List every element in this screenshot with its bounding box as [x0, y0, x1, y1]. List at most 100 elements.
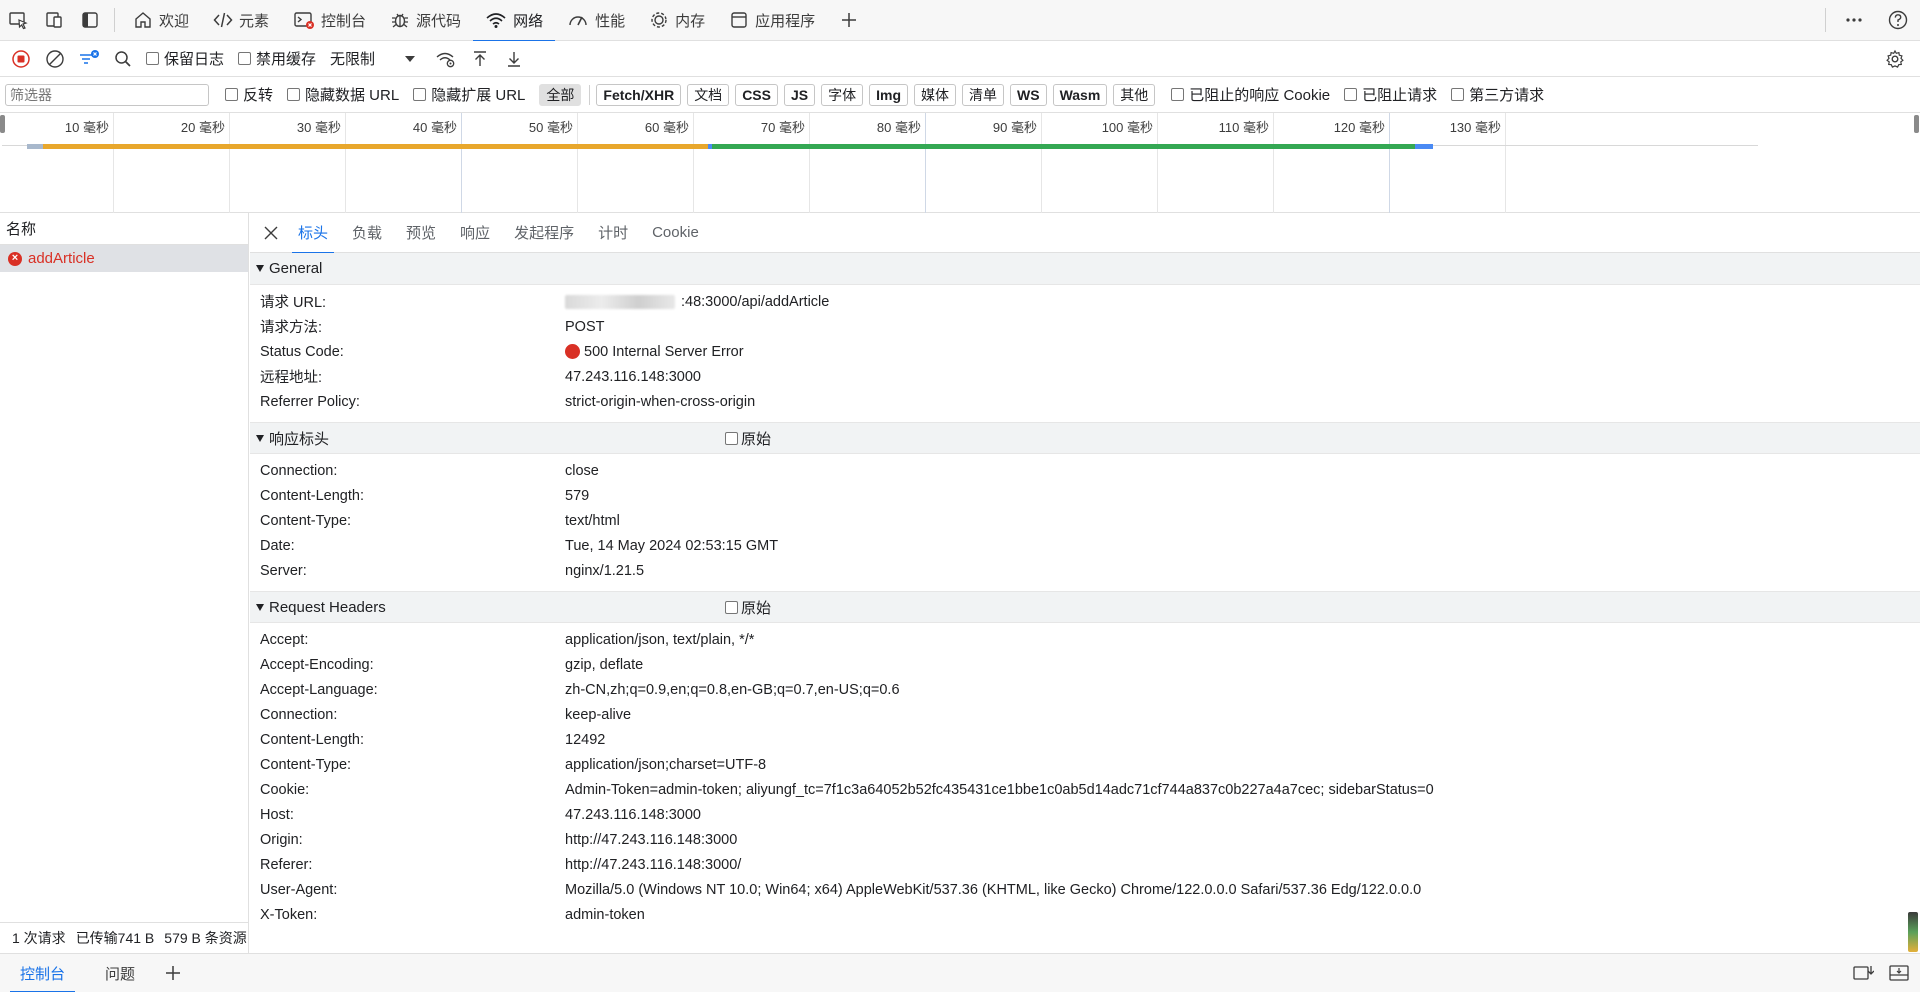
clear-button[interactable] — [38, 41, 72, 77]
checkbox-box[interactable] — [1344, 88, 1358, 101]
tab-cookies[interactable]: Cookie — [640, 213, 711, 253]
header-key: Connection: — [260, 706, 338, 723]
overview-left-handle[interactable] — [0, 115, 5, 133]
checkbox-label: 原始 — [741, 430, 772, 448]
header-row: Host: 47.243.116.148:3000 — [250, 802, 1920, 827]
checkbox-box[interactable] — [1171, 88, 1185, 101]
tab-timing[interactable]: 计时 — [586, 213, 640, 253]
raw-response-headers-checkbox[interactable]: 原始 — [725, 428, 771, 449]
tab-memory[interactable]: 内存 — [637, 0, 717, 41]
name-column-header[interactable]: 名称 — [0, 213, 248, 245]
tab-application[interactable]: 应用程序 — [717, 0, 827, 41]
filter-input[interactable] — [5, 83, 209, 106]
filter-toggle-button[interactable] — [72, 41, 106, 77]
type-filter-fetch-xhr[interactable]: Fetch/XHR — [596, 83, 682, 106]
checkbox-box[interactable] — [1451, 88, 1465, 101]
stop-recording-button[interactable] — [4, 41, 38, 77]
request-row[interactable]: × addArticle — [0, 245, 248, 272]
toolbar-divider — [1825, 8, 1826, 32]
checkbox-box[interactable] — [238, 52, 252, 65]
more-options-icon[interactable] — [1832, 0, 1876, 41]
header-value: http://47.243.116.148:3000/ — [565, 856, 742, 873]
import-har-button[interactable] — [463, 41, 497, 77]
header-key: Cookie: — [260, 781, 310, 798]
tab-welcome[interactable]: 欢迎 — [121, 0, 201, 41]
overview-right-handle[interactable] — [1914, 115, 1919, 133]
type-filter-font[interactable]: 字体 — [821, 83, 864, 106]
third-party-checkbox[interactable]: 第三方请求 — [1451, 84, 1544, 105]
tab-preview[interactable]: 预览 — [394, 213, 448, 253]
header-value-url[interactable]: :48:3000/api/addArticle — [565, 294, 829, 310]
timeline-gridline — [461, 113, 462, 213]
close-drawer-icon[interactable] — [1888, 963, 1910, 983]
header-row: Connection: keep-alive — [250, 702, 1920, 727]
type-filter-css[interactable]: CSS — [735, 83, 778, 106]
tab-initiator[interactable]: 发起程序 — [502, 213, 586, 253]
tab-response[interactable]: 响应 — [448, 213, 502, 253]
request-headers-section-header[interactable]: Request Headers 原始 — [250, 591, 1920, 623]
scrollbar-thumb[interactable] — [1908, 912, 1918, 952]
invert-checkbox[interactable]: 反转 — [225, 84, 273, 105]
type-filter-doc[interactable]: 文档 — [687, 83, 730, 106]
network-conditions-button[interactable] — [429, 41, 463, 77]
raw-request-headers-checkbox[interactable]: 原始 — [725, 597, 771, 618]
tab-sources[interactable]: 源代码 — [378, 0, 473, 41]
header-row: Cookie: Admin-Token=admin-token; aliyungf… — [250, 777, 1920, 802]
checkbox-box[interactable] — [725, 431, 738, 445]
search-button[interactable] — [106, 41, 140, 77]
checkbox-box[interactable] — [725, 600, 738, 614]
timeline-gridline — [925, 113, 926, 213]
tab-performance[interactable]: 性能 — [555, 0, 637, 41]
dock-drawer-icon[interactable] — [1852, 963, 1874, 983]
header-value: 47.243.116.148:3000 — [565, 368, 702, 385]
tab-label: 源代码 — [416, 12, 462, 30]
checkbox-box[interactable] — [146, 52, 159, 65]
checkbox-box[interactable] — [287, 88, 301, 101]
type-filter-other[interactable]: 其他 — [1113, 83, 1156, 106]
type-filter-js[interactable]: JS — [783, 83, 816, 106]
tab-elements[interactable]: 元素 — [201, 0, 281, 41]
network-settings-button[interactable] — [1878, 41, 1912, 77]
export-har-button[interactable] — [497, 41, 531, 77]
drawer-tab-console[interactable]: 控制台 — [0, 954, 85, 992]
tab-payload[interactable]: 负载 — [340, 213, 394, 253]
dock-sidebar-icon[interactable] — [72, 0, 108, 41]
type-filter-wasm[interactable]: Wasm — [1052, 83, 1108, 106]
response-headers-section-header[interactable]: 响应标头 原始 — [250, 422, 1920, 454]
type-filter-img[interactable]: Img — [869, 83, 908, 106]
request-details-panel: 标头 负载 预览 响应 发起程序 计时 Cookie General 请求 UR… — [250, 213, 1920, 953]
type-filter-manifest[interactable]: 清单 — [962, 83, 1004, 106]
hide-data-urls-checkbox[interactable]: 隐藏数据 URL — [287, 84, 399, 105]
checkbox-label: 保留日志 — [164, 51, 225, 68]
hide-extension-urls-checkbox[interactable]: 隐藏扩展 URL — [413, 84, 525, 105]
checkbox-box[interactable] — [225, 88, 238, 101]
type-filter-media[interactable]: 媒体 — [914, 83, 956, 106]
close-details-button[interactable] — [256, 213, 286, 253]
type-filter-all[interactable]: 全部 — [539, 83, 582, 106]
blocked-cookies-checkbox[interactable]: 已阻止的响应 Cookie — [1171, 84, 1330, 105]
help-icon[interactable] — [1876, 0, 1920, 41]
disable-cache-checkbox[interactable]: 禁用缓存 — [238, 48, 316, 69]
chevron-down-icon — [405, 55, 416, 62]
blocked-requests-checkbox[interactable]: 已阻止请求 — [1344, 84, 1437, 105]
type-filter-ws[interactable]: WS — [1010, 83, 1047, 106]
general-section-header[interactable]: General — [250, 253, 1920, 285]
header-row: Status Code: 500 Internal Server Error — [250, 339, 1920, 364]
tab-console[interactable]: 控制台 — [281, 0, 378, 41]
application-icon — [729, 10, 749, 30]
timeline-phase-bar — [711, 144, 1415, 149]
network-overview-timeline[interactable]: 10 毫秒 20 毫秒 30 毫秒 40 毫秒 50 毫秒 60 毫秒 70 毫秒 80 毫秒… — [0, 113, 1920, 213]
tab-network[interactable]: 网络 — [473, 0, 556, 42]
network-toolbar: 保留日志 禁用缓存 无限制 — [0, 41, 1920, 77]
preserve-log-checkbox[interactable]: 保留日志 — [146, 48, 224, 69]
inspect-element-icon[interactable] — [0, 0, 36, 41]
tab-headers[interactable]: 标头 — [286, 213, 340, 254]
request-name: addArticle — [28, 250, 95, 267]
checkbox-label: 第三方请求 — [1469, 87, 1545, 104]
checkbox-box[interactable] — [413, 88, 427, 101]
drawer-add-tab-icon[interactable] — [155, 953, 191, 992]
drawer-tab-issues[interactable]: 问题 — [85, 954, 155, 992]
add-tab-icon[interactable] — [831, 0, 867, 41]
device-toolbar-icon[interactable] — [36, 0, 72, 41]
throttling-select[interactable]: 无限制 — [330, 48, 416, 69]
